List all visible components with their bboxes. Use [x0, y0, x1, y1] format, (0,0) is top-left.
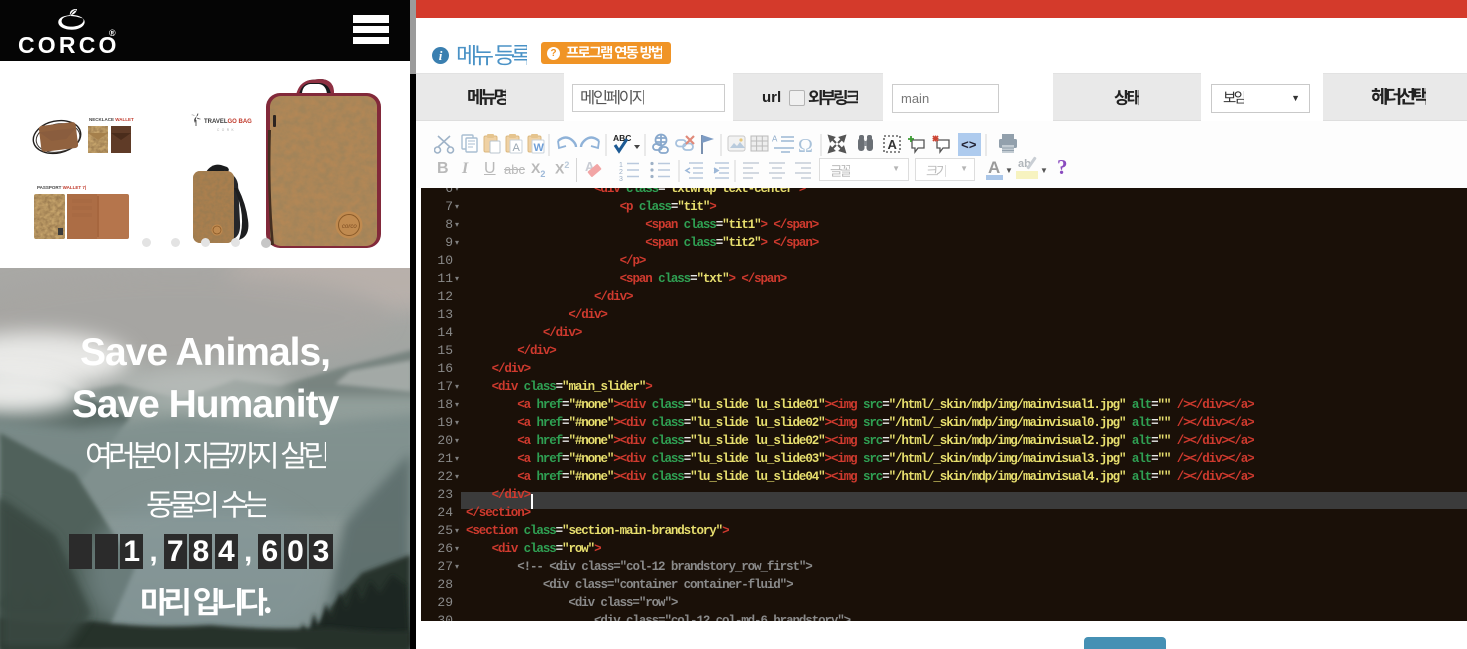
svg-text:A: A: [888, 137, 898, 152]
svg-text:A: A: [772, 135, 778, 144]
svg-text:2: 2: [619, 169, 623, 176]
svg-text:PASSPORT WALLET 7|: PASSPORT WALLET 7|: [37, 185, 86, 190]
svg-text:1: 1: [619, 162, 623, 169]
svg-text:NECKLACE WALLET: NECKLACE WALLET: [89, 117, 134, 122]
svg-text:Ω: Ω: [798, 135, 813, 157]
svg-text:W: W: [534, 142, 545, 154]
svg-text:<>: <>: [961, 138, 977, 153]
svg-text:GO BAG: GO BAG: [228, 119, 253, 125]
svg-text:ABC: ABC: [613, 133, 631, 143]
svg-text:corco: corco: [342, 224, 357, 230]
svg-text:TRAVEL: TRAVEL: [204, 119, 228, 125]
svg-text:A: A: [513, 142, 521, 154]
svg-text:C O R K: C O R K: [217, 128, 235, 132]
svg-text:3: 3: [619, 176, 623, 182]
